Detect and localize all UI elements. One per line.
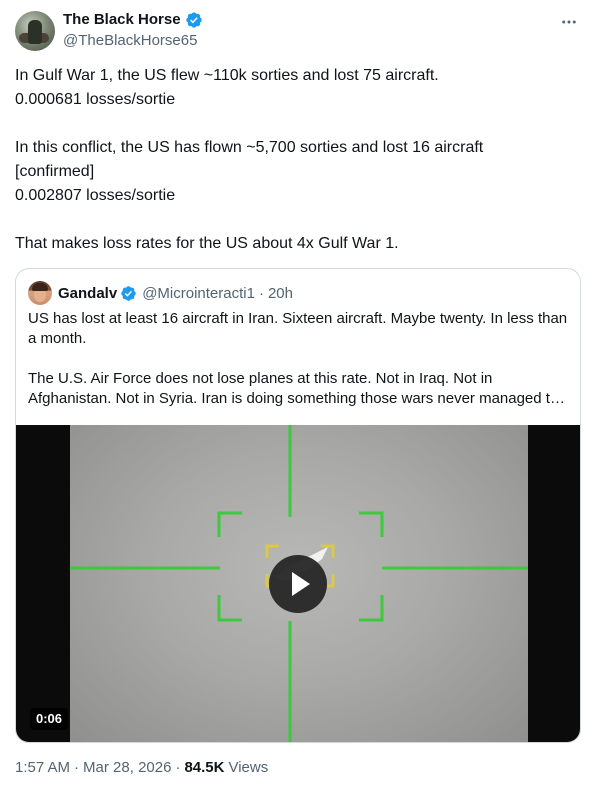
play-icon[interactable]: [269, 555, 327, 613]
quote-header: Gandalv @Microinteracti1 · 20h: [28, 281, 293, 305]
verified-badge-icon: [121, 285, 136, 301]
tweet-line: In this conflict, the US has flown ~5,70…: [15, 139, 484, 156]
quote-author-name[interactable]: Gandalv: [58, 285, 117, 302]
verified-badge-icon: [185, 12, 202, 28]
quote-separator: ·: [258, 284, 264, 302]
tweet-line: [confirmed]: [15, 163, 95, 180]
tweet-line: 0.000681 losses/sortie: [15, 91, 176, 108]
author-avatar[interactable]: [15, 11, 55, 51]
post-time[interactable]: 1:57 AM: [15, 758, 70, 778]
tweet-text: In Gulf War 1, the US flew ~110k sorties…: [15, 64, 581, 256]
quote-author-avatar[interactable]: [28, 281, 52, 305]
views-label: Views: [228, 759, 269, 776]
quote-paragraph: The U.S. Air Force does not lose planes …: [28, 370, 493, 387]
author-name[interactable]: The Black Horse: [63, 10, 181, 30]
quote-paragraph: Afghanistan. Not in Syria. Iran is doing…: [28, 390, 565, 407]
quote-paragraph: US has lost at least 16 aircraft in Iran…: [28, 310, 572, 347]
tweet-header: The Black Horse @TheBlackHorse65: [15, 9, 582, 53]
video-player[interactable]: 0:06: [16, 425, 580, 742]
quote-author-handle[interactable]: @Microinteracti1: [142, 285, 255, 302]
quote-time[interactable]: 20h: [268, 285, 293, 302]
quoted-tweet[interactable]: Gandalv @Microinteracti1 · 20h US has lo…: [15, 268, 581, 743]
more-options-icon[interactable]: [560, 13, 578, 31]
post-date[interactable]: Mar 28, 2026: [83, 758, 171, 778]
footer-separator: ·: [74, 759, 80, 776]
tweet-line: 0.002807 losses/sortie: [15, 187, 176, 204]
author-handle[interactable]: @TheBlackHorse65: [63, 31, 203, 51]
footer-separator: ·: [175, 759, 181, 776]
author-block: The Black Horse @TheBlackHorse65: [63, 10, 203, 51]
quote-text: US has lost at least 16 aircraft in Iran…: [28, 309, 572, 409]
views-count: 84.5K: [184, 759, 225, 776]
tweet-line: In Gulf War 1, the US flew ~110k sorties…: [15, 67, 439, 84]
video-duration: 0:06: [30, 708, 69, 730]
tweet-footer: 1:57 AM · Mar 28, 2026 · 84.5K Views: [15, 758, 268, 778]
tweet-line: That makes loss rates for the US about 4…: [15, 235, 399, 252]
